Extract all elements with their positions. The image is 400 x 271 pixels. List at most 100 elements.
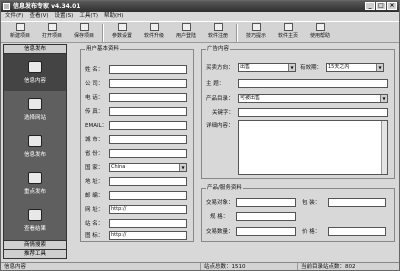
spec-input[interactable] <box>236 211 296 221</box>
country-select[interactable]: China ▼ <box>109 162 187 172</box>
status-bar: 信息内容 站点总数：1510 当前目录站点数：802 <box>1 262 399 270</box>
category-select[interactable]: 可被出售 ▼ <box>238 93 388 103</box>
city-label: 城 市： <box>85 137 104 143</box>
view-results-icon <box>28 209 42 221</box>
email-label: EMAIL： <box>85 123 108 129</box>
status-total-sites: 站点总数：1510 <box>201 263 298 270</box>
ad-content-panel: 广告内容 买卖方向： 出售 ▼ 有效期： 15天之内 ▼ 主 题： 产品目录： 可被… <box>201 46 395 179</box>
home-icon <box>283 23 293 31</box>
logo-input[interactable]: http:// <box>109 230 187 240</box>
sidebar-search-tab[interactable]: 商情搜索 <box>4 240 66 249</box>
field-row: 传 真： <box>85 106 187 116</box>
field-row: 规 格： <box>206 211 296 221</box>
user-info-panel: 用户基本资料 姓 名： 公 司： 电 话： 传 真： EMAIL： 城 市： 省… <box>80 46 194 242</box>
sidebar-item-select-site[interactable]: 选择网站 <box>4 91 66 128</box>
menu-help[interactable]: 帮助(H) <box>104 12 123 21</box>
new-project-button[interactable]: 新建项目 <box>4 22 36 43</box>
minimize-button[interactable]: _ <box>365 2 375 10</box>
trade-target-input[interactable] <box>236 197 296 207</box>
address-input[interactable] <box>109 176 187 186</box>
zip-input[interactable] <box>109 190 187 200</box>
province-input[interactable] <box>109 148 187 158</box>
menu-settings[interactable]: 设置(S) <box>55 12 74 21</box>
sidebar-item-results[interactable]: 查看结果 <box>4 202 66 239</box>
upgrade-button[interactable]: 软件升级 <box>138 22 170 43</box>
save-project-icon <box>79 23 89 31</box>
upgrade-icon <box>149 23 159 31</box>
save-project-button[interactable]: 保存项目 <box>68 22 100 43</box>
detail-textarea[interactable] <box>238 120 388 175</box>
close-button[interactable]: × <box>387 2 397 10</box>
select-site-icon <box>28 98 42 110</box>
phone-input[interactable] <box>109 92 187 102</box>
packaging-label: 包 装： <box>302 200 321 206</box>
trade-type-select[interactable]: 出售 ▼ <box>238 62 296 72</box>
field-row: 主 题： <box>206 78 388 88</box>
settings-button[interactable]: 参数设置 <box>106 22 138 43</box>
quantity-input[interactable] <box>236 226 296 236</box>
subject-input[interactable] <box>238 78 388 88</box>
address-label: 地 址： <box>85 179 104 185</box>
chevron-down-icon[interactable]: ▼ <box>179 163 186 171</box>
sidebar-header[interactable]: 信息发布 <box>4 45 66 54</box>
chevron-down-icon[interactable]: ▼ <box>376 63 383 71</box>
field-row: 省 份： <box>85 148 187 158</box>
field-row: 买卖方向： 出售 ▼ 有效期： 15天之内 ▼ <box>206 62 384 72</box>
toolbar-separator <box>236 24 238 42</box>
sidebar-item-content[interactable]: 信息内容 <box>4 54 66 91</box>
company-input[interactable] <box>109 78 187 88</box>
name-label: 姓 名： <box>85 67 104 73</box>
subject-label: 主 题： <box>206 81 225 87</box>
field-row: 网 址： http:// <box>85 204 187 214</box>
status-current-sites: 当前目录站点数：802 <box>301 264 356 270</box>
phone-label: 电 话： <box>85 95 104 101</box>
name-input[interactable] <box>109 64 187 74</box>
open-project-button[interactable]: 打开项目 <box>36 22 68 43</box>
field-row: 产品目录： 可被出售 ▼ <box>206 93 388 103</box>
login-button[interactable]: 用户登陆 <box>170 22 202 43</box>
open-project-icon <box>47 23 57 31</box>
site-name-input[interactable] <box>109 218 187 228</box>
help-button[interactable]: 使用帮助 <box>304 22 336 43</box>
valid-period-select[interactable]: 15天之内 ▼ <box>326 62 384 72</box>
trade-type-label: 买卖方向： <box>206 65 234 71</box>
quantity-label: 交易数量： <box>206 229 234 235</box>
province-label: 省 份： <box>85 151 104 157</box>
toolbar-separator <box>102 24 104 42</box>
packaging-input[interactable] <box>328 197 386 207</box>
site-name-label: 站 名： <box>85 221 104 227</box>
field-row: 地 址： <box>85 176 187 186</box>
sidebar-item-publish[interactable]: 信息发布 <box>4 128 66 165</box>
homepage-button[interactable]: 软件主页 <box>272 22 304 43</box>
menu-view[interactable]: 查看(V) <box>29 12 48 21</box>
website-label: 网 址： <box>85 207 104 213</box>
window-title: 信息发布专家 v4.34.01 <box>13 3 81 10</box>
main-window: 信息发布专家 v4.34.01 _ □ × 文件(F) 查看(V) 设置(S) … <box>0 0 400 271</box>
menu-tools[interactable]: 工具(T) <box>79 12 98 21</box>
sidebar-item-priority[interactable]: 重点发布 <box>4 165 66 202</box>
chevron-down-icon[interactable]: ▼ <box>380 94 387 102</box>
publish-icon <box>28 135 42 147</box>
toolbar: 新建项目 打开项目 保存项目 参数设置 软件升级 用户登陆 软件注册 技巧提示 … <box>1 21 399 43</box>
chevron-down-icon[interactable]: ▼ <box>288 63 295 71</box>
register-button[interactable]: 软件注册 <box>202 22 234 43</box>
menu-file[interactable]: 文件(F) <box>5 12 23 21</box>
country-label: 国 家： <box>85 165 104 171</box>
price-label: 价 格： <box>302 229 321 235</box>
city-input[interactable] <box>109 134 187 144</box>
product-title: 产品/服务资料 <box>206 185 243 192</box>
login-icon <box>181 23 191 31</box>
price-input[interactable] <box>328 226 386 236</box>
keyword-input[interactable] <box>238 107 388 117</box>
email-input[interactable] <box>109 120 187 130</box>
fax-label: 传 真： <box>85 109 104 115</box>
website-input[interactable]: http:// <box>109 204 187 214</box>
menu-bar: 文件(F) 查看(V) 设置(S) 工具(T) 帮助(H) <box>1 12 399 21</box>
app-icon <box>3 3 10 10</box>
fax-input[interactable] <box>109 106 187 116</box>
scrollbar[interactable] <box>381 121 387 174</box>
field-row: 姓 名： <box>85 64 187 74</box>
tips-button[interactable]: 技巧提示 <box>240 22 272 43</box>
sidebar-tools-tab[interactable]: 推荐工具 <box>4 249 66 258</box>
maximize-button[interactable]: □ <box>376 2 386 10</box>
